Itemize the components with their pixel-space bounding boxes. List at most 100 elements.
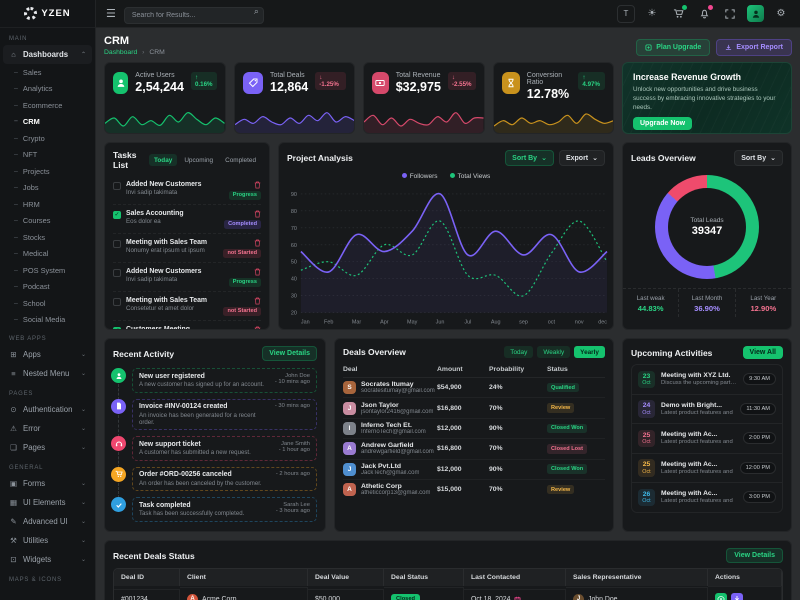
- task-checkbox[interactable]: [113, 240, 121, 248]
- deal-name: Inferno Tech Et.: [361, 422, 426, 429]
- sidebar-item-forms[interactable]: ▣Forms⌄: [0, 474, 95, 493]
- recent-deals-view-details-button[interactable]: View Details: [726, 548, 783, 563]
- sidebar-subitem-crm[interactable]: –CRM: [0, 114, 95, 131]
- sidebar-subitem-ecommerce[interactable]: –Ecommerce: [0, 97, 95, 114]
- headset-icon: [111, 436, 126, 451]
- check-icon: [111, 497, 126, 512]
- deals-tab-today[interactable]: Today: [504, 346, 533, 358]
- brand-logo[interactable]: YZEN: [0, 0, 95, 28]
- sidebar-subitem-hrm[interactable]: –HRM: [0, 196, 95, 213]
- sidebar-subitem-crypto[interactable]: –Crypto: [0, 130, 95, 147]
- sidebar-subitem-pos-system[interactable]: –POS System: [0, 262, 95, 279]
- sidebar-subitem-jobs[interactable]: –Jobs: [0, 180, 95, 197]
- sidebar-item-widgets[interactable]: ⊡Widgets⌄: [0, 550, 95, 569]
- deals-tab-yearly[interactable]: Yearly: [574, 346, 605, 358]
- task-checkbox[interactable]: [113, 298, 121, 306]
- sidebar-item-dashboards[interactable]: ⌂Dashboards⌃: [3, 45, 92, 64]
- download-action-button[interactable]: [731, 593, 743, 600]
- avatar: A: [343, 442, 356, 455]
- sidebar-subitem-analytics[interactable]: –Analytics: [0, 81, 95, 98]
- sidebar-subitem-courses[interactable]: –Courses: [0, 213, 95, 230]
- user-avatar[interactable]: [747, 5, 764, 22]
- timeline-connector: [118, 452, 119, 468]
- deals-tab-weakly[interactable]: Weakly: [537, 346, 570, 358]
- sidebar-subitem-nft[interactable]: –NFT: [0, 147, 95, 164]
- stat-card-total-revenue: Total Revenue$32,975↓ -2.55%: [363, 62, 485, 134]
- activity-title: Recent Activity: [113, 349, 174, 359]
- sidebar-item-pages[interactable]: ❏Pages⌄: [0, 438, 95, 457]
- trash-icon[interactable]: [254, 326, 261, 331]
- sidebar-subitem-school[interactable]: –School: [0, 295, 95, 312]
- task-title: Meeting with Sales Team: [126, 297, 207, 304]
- upgrade-now-button[interactable]: Upgrade Now: [633, 117, 692, 130]
- deal-email: InfernoTech@gmail.com: [361, 429, 426, 435]
- sidebar-subitem-projects[interactable]: –Projects: [0, 163, 95, 180]
- sidebar-section-label: GENERAL: [0, 457, 95, 474]
- search-icon[interactable]: ⌕: [254, 6, 259, 17]
- tasks-tab-today[interactable]: Today: [149, 154, 177, 166]
- trash-icon[interactable]: [254, 268, 261, 276]
- tasks-tab-upcoming[interactable]: Upcoming: [179, 154, 218, 166]
- promo-title: Increase Revenue Growth: [633, 72, 781, 82]
- recent-deals-table: Deal IDClientDeal ValueDeal StatusLast C…: [113, 568, 783, 600]
- sidebar-subitem-social-media[interactable]: –Social Media: [0, 312, 95, 329]
- project-sort-button[interactable]: Sort By ⌄: [505, 150, 554, 166]
- sidebar-subitem-stocks[interactable]: –Stocks: [0, 229, 95, 246]
- sidebar-subitem-podcast[interactable]: –Podcast: [0, 279, 95, 296]
- trash-icon[interactable]: [254, 210, 261, 218]
- trash-icon[interactable]: [254, 239, 261, 247]
- menu-toggle-icon[interactable]: ☰: [106, 7, 116, 20]
- sidebar-subitem-label: POS System: [23, 266, 65, 275]
- task-checkbox[interactable]: ✓: [113, 327, 121, 331]
- settings-gear-icon[interactable]: ⚙: [772, 5, 790, 23]
- task-checkbox[interactable]: ✓: [113, 211, 121, 219]
- sidebar-subitem-label: Sales: [23, 68, 42, 77]
- project-export-button[interactable]: Export ⌄: [559, 150, 605, 166]
- activity-card: Order #ORD-00256 canceledAn order has be…: [132, 467, 317, 492]
- leads-stat-value: 36.90%: [679, 304, 734, 313]
- upcoming-list: 23OctMeeting with XYZ Ltd.Discuss the up…: [631, 364, 783, 513]
- chevron-down-icon: ⌄: [81, 537, 86, 544]
- sidebar-subitem-medical[interactable]: –Medical: [0, 246, 95, 263]
- sidebar-item-error[interactable]: ⚠Error⌄: [0, 419, 95, 438]
- sidebar-item-label: Advanced UI: [23, 517, 68, 526]
- svg-text:40: 40: [291, 277, 297, 283]
- sidebar-item-label: UI Elements: [23, 498, 65, 507]
- sidebar-item-authentication[interactable]: ⊙Authentication⌄: [0, 400, 95, 419]
- task-checkbox[interactable]: [113, 269, 121, 277]
- activity-card: Invoice #INV-00124 createdAn invoice has…: [132, 399, 317, 431]
- view-action-button[interactable]: [715, 593, 727, 600]
- dash-icon: –: [14, 250, 18, 257]
- deals-column-header: Deal: [343, 366, 437, 373]
- upcoming-view-all-button[interactable]: View All: [743, 346, 783, 359]
- cart-icon[interactable]: [669, 5, 687, 23]
- sidebar-item-nested-menu[interactable]: ≡Nested Menu⌄: [0, 364, 95, 383]
- export-report-button[interactable]: Export Report: [716, 39, 792, 56]
- trash-icon[interactable]: [254, 297, 261, 305]
- chevron-down-icon: ⌄: [541, 154, 547, 162]
- sidebar-item-utilities[interactable]: ⚒Utilities⌄: [0, 531, 95, 550]
- sidebar-item-advanced-ui[interactable]: ✎Advanced UI⌄: [0, 512, 95, 531]
- plan-upgrade-button[interactable]: Plan Upgrade: [636, 39, 710, 56]
- notifications-bell-icon[interactable]: [695, 5, 713, 23]
- sidebar-subitem-sales[interactable]: –Sales: [0, 64, 95, 81]
- sidebar-section-label: WEB APPS: [0, 328, 95, 345]
- fullscreen-icon[interactable]: [721, 5, 739, 23]
- theme-toggle-sun-icon[interactable]: ☀: [643, 5, 661, 23]
- breadcrumb-dashboard[interactable]: Dashboard: [104, 49, 137, 56]
- sidebar-item-apps[interactable]: ⊞Apps⌄: [0, 345, 95, 364]
- avatar: I: [343, 422, 356, 435]
- grid-icon: ⊞: [9, 350, 18, 359]
- svg-text:Feb: Feb: [324, 320, 333, 326]
- stat-card-label: Total Revenue: [396, 72, 441, 79]
- sidebar-item-ui-elements[interactable]: ▦UI Elements⌄: [0, 493, 95, 512]
- leads-sort-button[interactable]: Sort By ⌄: [734, 150, 783, 166]
- task-checkbox[interactable]: [113, 182, 121, 190]
- search-input[interactable]: [124, 7, 264, 24]
- language-icon[interactable]: T: [617, 5, 635, 23]
- trash-icon[interactable]: [254, 181, 261, 189]
- tasks-tab-completed[interactable]: Completed: [220, 154, 261, 166]
- activity-view-details-button[interactable]: View Details: [262, 346, 317, 361]
- task-row: ✓Customers MeetingSed labore ut sedCompl…: [113, 321, 261, 330]
- activity-title: Invoice #INV-00124 created: [139, 403, 271, 410]
